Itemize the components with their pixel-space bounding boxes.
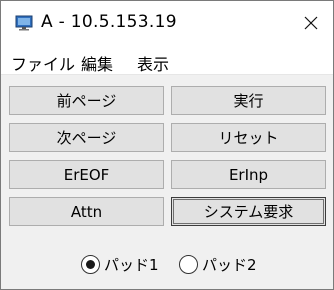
- pad2-radio[interactable]: パッド2: [179, 253, 257, 275]
- reset-button[interactable]: リセット: [171, 123, 326, 152]
- menu-item-view[interactable]: 表示: [137, 51, 169, 75]
- monitor-icon: [15, 15, 33, 31]
- close-button[interactable]: [288, 1, 333, 47]
- title-bar[interactable]: A - 10.5.153.19: [1, 1, 333, 47]
- next-page-button[interactable]: 次ページ: [9, 123, 164, 152]
- menu-item-file[interactable]: ファイル: [11, 51, 75, 75]
- pad1-radio[interactable]: パッド1: [81, 253, 159, 275]
- pad2-label: パッド2: [202, 255, 257, 274]
- app-window: A - 10.5.153.19 ファイル 編集 表示 前ページ 実行 次ページ …: [0, 0, 334, 290]
- window-title: A - 10.5.153.19: [41, 12, 177, 32]
- radio-selected-indicator[interactable]: [81, 254, 100, 274]
- prev-page-button[interactable]: 前ページ: [9, 86, 164, 115]
- pad1-label: パッド1: [104, 255, 159, 274]
- menu-item-edit[interactable]: 編集: [81, 51, 113, 75]
- er-inp-button[interactable]: ErInp: [171, 160, 326, 189]
- close-icon: [304, 15, 318, 34]
- execute-button[interactable]: 実行: [171, 86, 326, 115]
- attn-button[interactable]: Attn: [9, 197, 164, 226]
- menu-bar: ファイル 編集 表示: [1, 47, 333, 75]
- system-request-button[interactable]: システム要求: [171, 197, 326, 226]
- radio-dot: [86, 259, 95, 269]
- radio-unselected-indicator[interactable]: [179, 254, 198, 274]
- er-eof-button[interactable]: ErEOF: [9, 160, 164, 189]
